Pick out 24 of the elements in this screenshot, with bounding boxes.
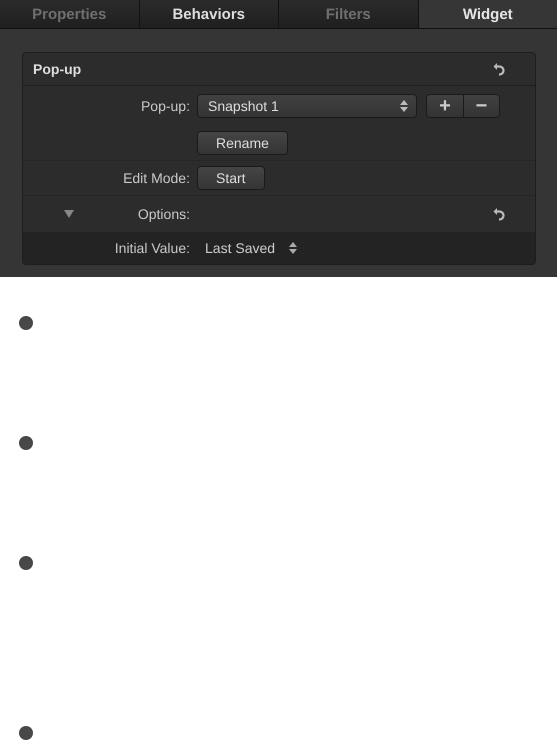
bullet-icon (19, 316, 33, 330)
disclosure-triangle-icon[interactable] (64, 210, 74, 218)
popup-menu[interactable]: Snapshot 1 (197, 94, 417, 118)
group-title: Pop-up (33, 61, 82, 77)
remove-button[interactable]: − (463, 95, 499, 117)
bullet-icon (19, 726, 33, 740)
button[interactable]: Rename (197, 131, 288, 155)
popup-menu[interactable]: Last Saved (197, 240, 298, 256)
tab[interactable]: Behaviors (140, 0, 279, 28)
tab[interactable]: Widget (418, 0, 557, 28)
field-label: Pop-up: (140, 98, 190, 114)
field-label: Edit Mode: (123, 170, 190, 186)
reset-button[interactable] (493, 207, 505, 221)
field-label: Options: (138, 206, 190, 222)
button[interactable]: Start (197, 166, 265, 190)
reset-button[interactable] (493, 62, 505, 76)
undo-arrow-icon (493, 62, 505, 76)
field-label: Initial Value: (114, 240, 190, 256)
up-down-arrows-icon (400, 100, 408, 112)
add-button[interactable]: + (427, 95, 463, 117)
bullet-icon (19, 436, 33, 450)
bullet-icon (19, 556, 33, 570)
up-down-arrows-icon (289, 242, 298, 254)
undo-arrow-icon (493, 207, 505, 221)
